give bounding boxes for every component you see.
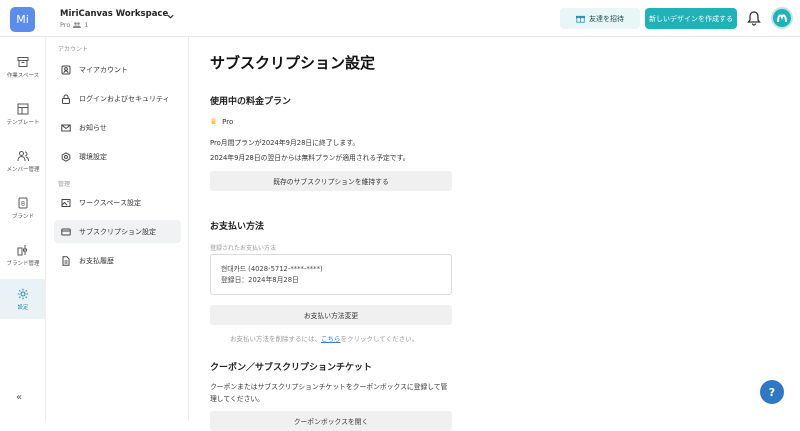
lock-icon (62, 94, 70, 104)
nav-item-workspace-settings[interactable]: ワークスペース設定 (54, 191, 181, 214)
payment-section-title: お支払い方法 (210, 222, 265, 232)
brand-manage-icon (17, 244, 27, 255)
plan-end-text: Pro月間プランが2024年9月28日に終了します。 (210, 139, 360, 147)
rail-label: 設定 (17, 304, 29, 311)
nav-item-label: お支払履歴 (79, 256, 114, 265)
top-bar: Mi MiriCanvas Workspace Pro 1 友達を招待 新しいデ… (0, 0, 800, 37)
nav-item-label: ワークスペース設定 (79, 198, 141, 207)
settings-icon (61, 151, 71, 162)
rail-item-settings[interactable]: 設定 (0, 279, 46, 319)
current-plan: ♛ Pro (210, 117, 233, 126)
rail-item-templates[interactable]: テンプレート (0, 94, 46, 134)
nav-item-label: マイアカウント (79, 65, 128, 74)
archive-icon (17, 56, 29, 67)
nav-item-my-account[interactable]: マイアカウント (54, 58, 181, 81)
document-icon (62, 255, 70, 266)
card-registered-date: 登録日：2024年8月28日 (221, 276, 299, 284)
nav-item-label: お知らせ (79, 123, 107, 132)
workspace-name[interactable]: MiriCanvas Workspace (60, 9, 168, 19)
rail-label: テンプレート (6, 119, 40, 126)
workspace-avatar[interactable]: Mi (10, 7, 35, 32)
change-payment-button[interactable]: お支払い方法変更 (210, 305, 452, 325)
invite-friends-button[interactable]: 友達を招待 (560, 8, 640, 29)
bell-icon[interactable] (746, 10, 762, 26)
nav-item-label: ログインおよびセキュリティ (79, 94, 170, 103)
rail-item-workspace[interactable]: 作業スペース (0, 47, 46, 87)
payment-card-box: 현대카드 (4028-5712-****-****) 登録日：2024年8月28… (210, 254, 452, 295)
rail-label: ブランド (11, 213, 34, 220)
brand-icon: B (18, 197, 28, 208)
main-content: サブスクリプション設定 使用中の料金プラン ♛ Pro Pro月間プランが202… (189, 37, 800, 431)
plan-section-title: 使用中の料金プラン (210, 97, 292, 107)
nav-section-manage: 管理 (58, 181, 71, 188)
rail-label: 作業スペース (6, 72, 40, 79)
chevron-down-icon[interactable] (166, 12, 175, 24)
gift-icon (576, 15, 585, 23)
page-title: サブスクリプション設定 (210, 54, 376, 72)
nav-item-subscription[interactable]: サブスクリプション設定 (54, 220, 181, 243)
create-design-button[interactable]: 新しいデザインを作成する (645, 8, 737, 29)
settings-nav: アカウント マイアカウント ログインおよびセキュリティ お知らせ 環境設定 管理… (46, 37, 189, 421)
workspace-member-count: 1 (84, 21, 89, 29)
delete-note-pre: お支払い方法を削除するには、 (230, 335, 321, 343)
rail-label: ブランド管理 (6, 260, 40, 267)
rail-item-members[interactable]: メンバー管理 (0, 141, 46, 181)
user-icon (61, 65, 71, 74)
nav-item-label: サブスクリプション設定 (79, 227, 156, 236)
rail-item-brand-manage[interactable]: ブランド管理 (0, 235, 46, 275)
nav-item-label: 環境設定 (79, 152, 107, 161)
payment-method-label: 登録されたお支払い方法 (210, 245, 277, 252)
coupon-text-2: 理してください。 (210, 395, 264, 403)
collapse-rail-icon[interactable]: « (16, 392, 22, 403)
left-rail: 作業スペース テンプレート メンバー管理 B ブランド ブランド管理 設定 « (0, 37, 46, 421)
plan-name: Pro (222, 117, 234, 126)
nav-item-payment-history[interactable]: お支払履歴 (54, 249, 181, 272)
gear-icon (17, 288, 29, 299)
card-icon (61, 228, 71, 235)
user-avatar[interactable] (771, 7, 793, 29)
plan-next-text: 2024年9月28日の翌日からは無料プランが適用される予定です。 (210, 154, 410, 162)
mail-icon (61, 124, 71, 131)
invite-friends-label: 友達を招待 (589, 15, 624, 23)
members-icon (17, 150, 29, 161)
delete-note-post: をクリックしてください。 (340, 335, 419, 343)
coupon-section-title: クーポン／サブスクリプションチケット (210, 363, 373, 373)
delete-payment-note: お支払い方法を削除するには、こちらをクリックしてください。 (230, 333, 418, 343)
open-coupon-box-button[interactable]: クーポンボックスを開く (210, 411, 452, 431)
template-icon (17, 103, 29, 114)
workspace-plan: Pro (60, 21, 71, 29)
rail-item-brand[interactable]: B ブランド (0, 188, 46, 228)
nav-item-login-security[interactable]: ログインおよびセキュリティ (54, 87, 181, 110)
nav-section-account: アカウント (58, 46, 89, 53)
svg-text:B: B (21, 200, 25, 207)
members-small-icon (73, 22, 82, 28)
card-number: 현대카드 (4028-5712-****-****) (221, 265, 323, 273)
crown-icon: ♛ (210, 117, 218, 126)
keep-subscription-button[interactable]: 既存のサブスクリプションを維持する (210, 171, 452, 191)
delete-payment-link[interactable]: こちら (321, 335, 341, 343)
rail-label: メンバー管理 (6, 166, 40, 173)
image-icon (61, 198, 71, 207)
coupon-text-1: クーポンまたはサブスクリプションチケットをクーポンボックスに登録して管 (210, 383, 448, 391)
nav-item-notifications[interactable]: お知らせ (54, 116, 181, 139)
help-icon[interactable]: ? (760, 380, 784, 404)
nav-item-preferences[interactable]: 環境設定 (54, 145, 181, 168)
workspace-meta: Pro 1 (60, 21, 88, 29)
